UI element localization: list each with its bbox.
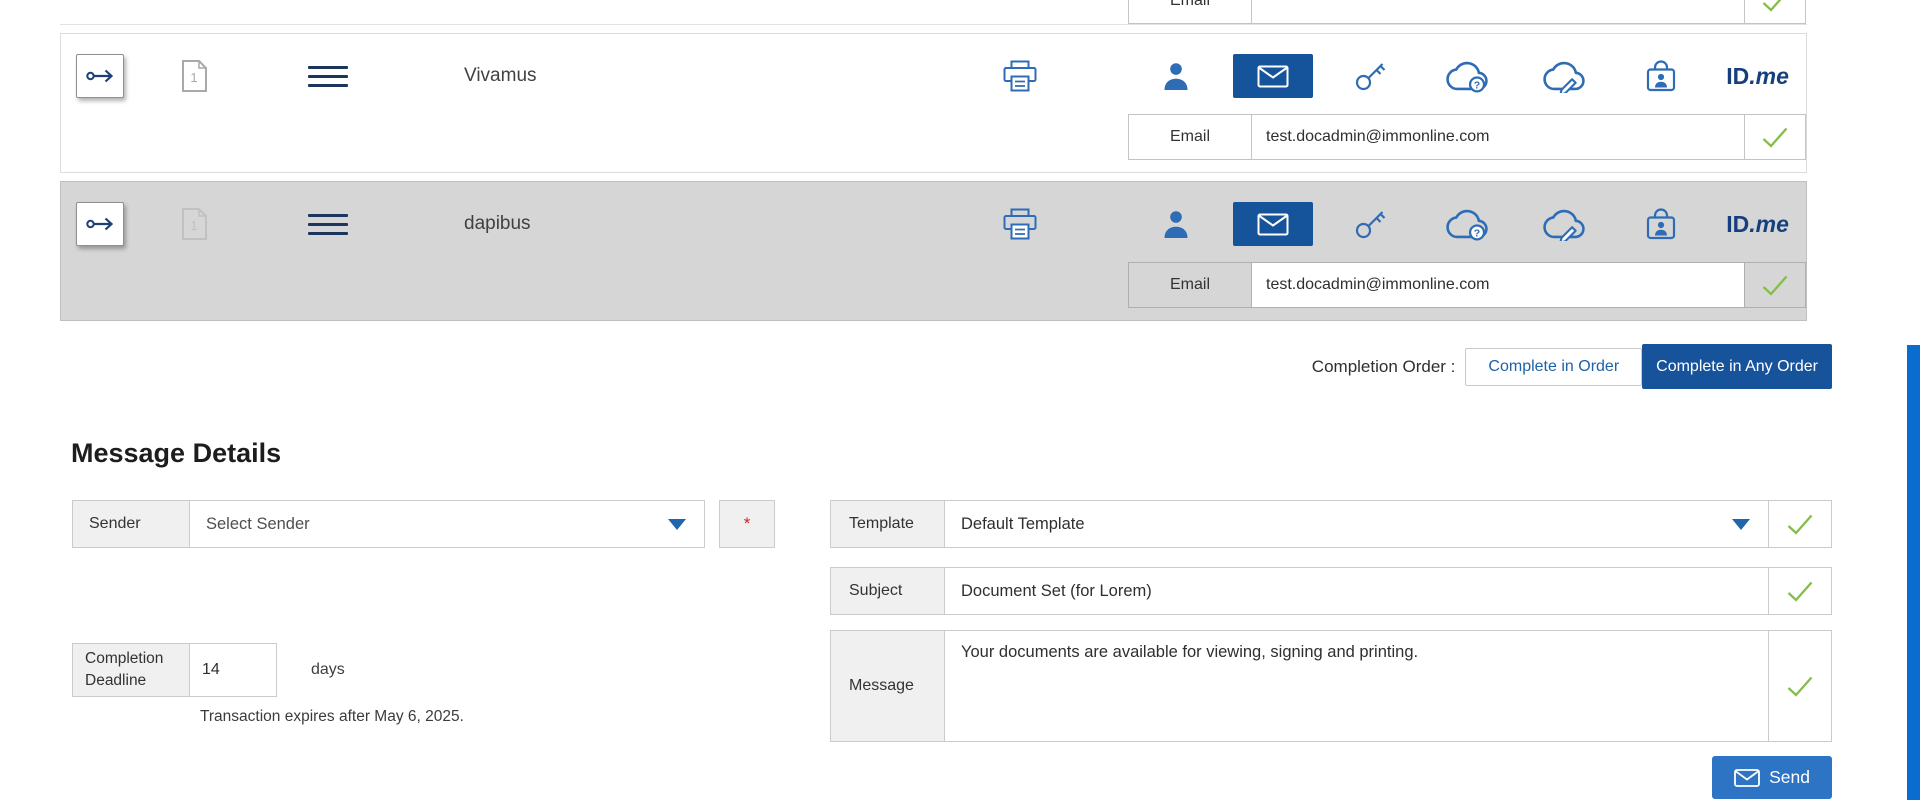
in-person-signer-icon[interactable] xyxy=(1128,209,1225,239)
email-delivery-selected-box xyxy=(1233,54,1313,98)
email-input[interactable] xyxy=(1251,115,1745,159)
route-arrow-button[interactable] xyxy=(76,54,124,98)
svg-text:1: 1 xyxy=(190,70,197,85)
right-scrollbar[interactable] xyxy=(1907,345,1920,800)
message-field-row: Message Your documents are available for… xyxy=(830,630,1832,742)
access-code-key-icon[interactable] xyxy=(1322,59,1419,93)
email-label: Email xyxy=(1129,0,1251,23)
message-textarea[interactable]: Your documents are available for viewing… xyxy=(944,630,1769,742)
id-check-bag-icon[interactable] xyxy=(1612,58,1709,94)
kba-question-cloud-icon[interactable]: ? xyxy=(1419,59,1516,93)
completion-deadline-label: Completion Deadline xyxy=(72,643,190,697)
recipient-row-main: 1 dapibus xyxy=(61,192,1806,256)
completion-deadline-input[interactable] xyxy=(189,643,277,697)
recipients-list: Email 1 V xyxy=(60,0,1807,329)
route-arrow-icon xyxy=(85,213,115,235)
drag-handle-icon[interactable] xyxy=(308,208,348,241)
email-label: Email xyxy=(1129,263,1251,307)
recipient-rows: 1 Vivamus xyxy=(60,33,1807,321)
send-envelope-icon xyxy=(1734,769,1760,787)
complete-in-any-order-button[interactable]: Complete in Any Order xyxy=(1642,344,1832,389)
send-button-label: Send xyxy=(1769,767,1810,788)
email-valid-check-icon xyxy=(1745,263,1805,307)
subject-input[interactable] xyxy=(944,567,1769,615)
subject-label: Subject xyxy=(830,567,945,615)
email-valid-check-icon xyxy=(1745,115,1805,159)
kba-question-cloud-icon[interactable]: ? xyxy=(1419,207,1516,241)
dropdown-arrow-icon xyxy=(668,519,686,530)
template-label: Template xyxy=(830,500,945,548)
email-field-group: Email xyxy=(1128,0,1806,24)
email-delivery-icon[interactable] xyxy=(1225,54,1322,98)
message-valid-check-icon xyxy=(1768,630,1832,742)
send-documents-page: Email 1 V xyxy=(0,0,1920,800)
subject-valid-check-icon xyxy=(1768,567,1832,615)
subject-field-row: Subject xyxy=(830,567,1832,615)
route-arrow-icon xyxy=(85,65,115,87)
signature-cloud-icon[interactable] xyxy=(1515,59,1612,93)
idme-id-text: ID xyxy=(1726,211,1749,238)
idme-me-text: .me xyxy=(1749,211,1789,238)
days-label: days xyxy=(311,661,345,679)
in-person-signer-icon[interactable] xyxy=(1128,61,1225,91)
sender-select[interactable]: Select Sender xyxy=(189,500,705,548)
sender-field-row: Sender Select Sender * xyxy=(72,500,775,548)
email-field-group: Email xyxy=(1128,114,1806,160)
access-code-key-icon[interactable] xyxy=(1322,207,1419,241)
completion-order-section: Completion Order : Complete in Order Com… xyxy=(60,344,1832,389)
document-page-icon: 1 xyxy=(181,59,208,93)
required-marker-box: * xyxy=(719,500,775,548)
email-label: Email xyxy=(1129,115,1251,159)
sender-label: Sender xyxy=(72,500,190,548)
message-label: Message xyxy=(830,630,945,742)
recipient-row[interactable]: 1 dapibus xyxy=(60,181,1807,321)
id-check-bag-icon[interactable] xyxy=(1612,206,1709,242)
complete-in-order-button[interactable]: Complete in Order xyxy=(1465,348,1642,386)
idme-me-text: .me xyxy=(1749,63,1789,90)
idme-logo[interactable]: ID.me xyxy=(1709,63,1806,90)
email-input[interactable] xyxy=(1251,0,1745,23)
signature-cloud-icon[interactable] xyxy=(1515,207,1612,241)
svg-text:?: ? xyxy=(1474,79,1480,91)
recipient-name: dapibus xyxy=(464,213,884,235)
printer-icon[interactable] xyxy=(1002,208,1038,241)
idme-id-text: ID xyxy=(1726,63,1749,90)
completion-order-label: Completion Order : xyxy=(1312,357,1456,377)
drag-handle-icon[interactable] xyxy=(308,60,348,93)
svg-text:?: ? xyxy=(1474,227,1480,239)
message-details-heading: Message Details xyxy=(71,438,281,469)
email-delivery-selected-box xyxy=(1233,202,1313,246)
email-input[interactable] xyxy=(1251,263,1745,307)
email-valid-check-icon xyxy=(1745,0,1805,23)
sender-select-value: Select Sender xyxy=(206,515,310,534)
template-select[interactable]: Default Template xyxy=(944,500,1769,548)
email-delivery-icon[interactable] xyxy=(1225,202,1322,246)
recipient-row[interactable]: 1 Vivamus xyxy=(60,33,1807,173)
email-field-group: Email xyxy=(1128,262,1806,308)
template-valid-check-icon xyxy=(1768,500,1832,548)
route-arrow-button[interactable] xyxy=(76,202,124,246)
expiry-note: Transaction expires after May 6, 2025. xyxy=(200,708,464,726)
dropdown-arrow-icon xyxy=(1732,519,1750,530)
idme-logo[interactable]: ID.me xyxy=(1709,211,1806,238)
delivery-auth-options: ? I xyxy=(1128,54,1806,98)
template-field-row: Template Default Template xyxy=(830,500,1832,548)
template-select-value: Default Template xyxy=(961,515,1085,534)
svg-text:1: 1 xyxy=(190,218,197,233)
completion-deadline-row: Completion Deadline days xyxy=(72,643,345,697)
send-button[interactable]: Send xyxy=(1712,756,1832,799)
document-page-icon: 1 xyxy=(181,207,208,241)
recipient-row-main: 1 Vivamus xyxy=(61,44,1806,108)
required-asterisk: * xyxy=(744,514,751,534)
recipient-name: Vivamus xyxy=(464,65,884,87)
partial-recipient-row: Email xyxy=(60,0,1807,25)
printer-icon[interactable] xyxy=(1002,60,1038,93)
delivery-auth-options: ? I xyxy=(1128,202,1806,246)
